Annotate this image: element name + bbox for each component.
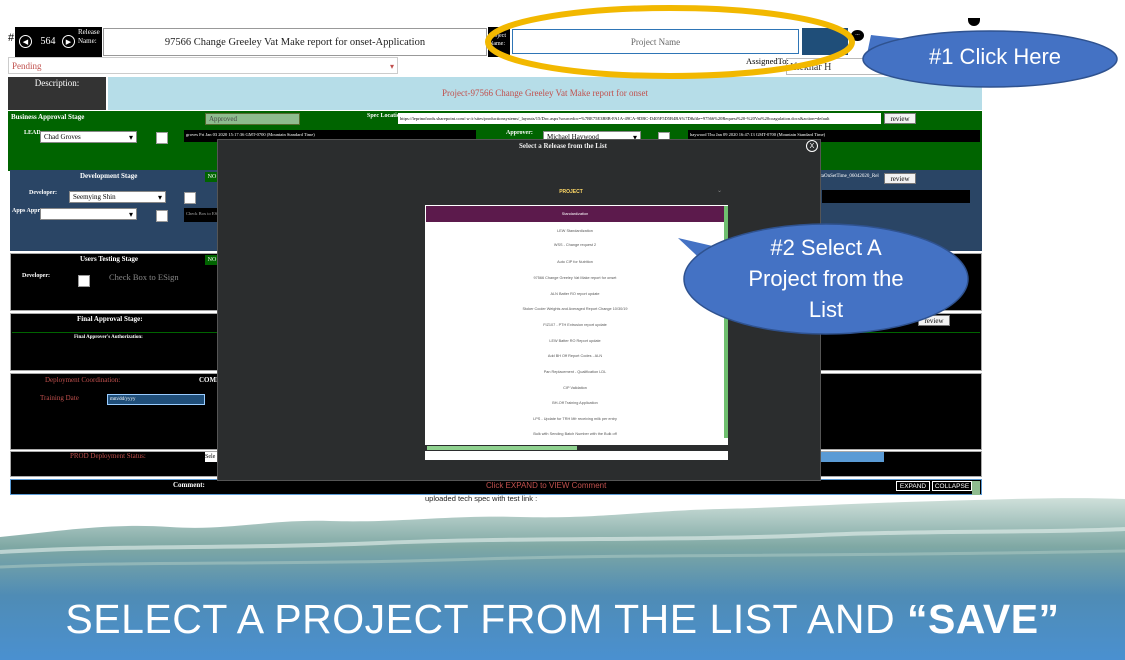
prod-deployment-label: PROD Deployment Status: (70, 452, 146, 460)
horizontal-scroll-thumb[interactable] (427, 446, 577, 450)
developer-esign-checkbox[interactable] (184, 192, 196, 204)
developer-value: Seemying Shin (73, 193, 116, 201)
development-review-button[interactable]: review (884, 173, 916, 184)
business-review-button[interactable]: review (884, 113, 916, 124)
training-date-input[interactable]: mm/dd/yyyy (107, 394, 205, 405)
spec-location-field[interactable]: https://leprinofoods.sharepoint.com/:w:/… (398, 113, 881, 124)
hash-label: # (8, 32, 15, 44)
project-column-sort-icon[interactable]: ⌄ (717, 187, 722, 194)
business-approval-title: Business Approval Stage (11, 113, 85, 121)
status-select[interactable]: Pending (8, 57, 398, 75)
comment-scrollbar[interactable] (972, 481, 980, 495)
banner-caption-main: SELECT A PROJECT FROM THE LIST AND (65, 596, 907, 642)
training-date-placeholder: mm/dd/yyyy (110, 397, 136, 402)
training-date-label: Training Date (40, 394, 79, 402)
lead-esign-checkbox[interactable] (156, 132, 168, 144)
final-approval-title: Final Approval Stage: (77, 315, 143, 323)
ut-developer-label: Developer: (22, 273, 50, 279)
approver-label: Approver: (506, 130, 533, 136)
apps-approver-label: Apps Appr: (12, 208, 43, 214)
list-item[interactable]: BH-Off Training Application (426, 401, 724, 405)
lead-select[interactable]: Chad Groves (40, 131, 137, 143)
apps-approver-select[interactable] (40, 208, 137, 220)
apps-esign-label: Check Box to ESign (186, 211, 218, 216)
apps-esign-checkbox[interactable] (156, 210, 168, 222)
dev-file-bar (822, 190, 970, 203)
list-item[interactable]: CIP Validation (426, 386, 724, 390)
prev-record-icon[interactable]: ◀ (19, 35, 32, 48)
release-name-label: Release Name: (78, 28, 100, 45)
users-testing-title: Users Testing Stage (80, 255, 138, 263)
developer-label: Developer: (29, 190, 57, 196)
release-number: 564 (40, 36, 56, 47)
approver-note: haywood Thu Jan 09 2020 16:47:13 GMT-070… (690, 132, 826, 137)
release-name-field[interactable]: 97566 Change Greeley Vat Make report for… (103, 28, 487, 56)
comment-label: Comment: (173, 481, 205, 489)
next-record-icon[interactable]: ▶ (62, 35, 75, 48)
project-list-gap (425, 200, 728, 205)
list-item[interactable]: Pan Replacement - Qualification LDL (426, 370, 724, 374)
ut-esign-checkbox[interactable] (78, 275, 90, 287)
dev-file-ref: ttaOnSetTime_06042020_Rel (819, 174, 879, 179)
final-authorization-label: Final Approver's Authorization: (74, 335, 143, 340)
business-status-value: Approved (209, 115, 237, 123)
ut-esign-label: Check Box to ESign (109, 272, 179, 282)
list-item[interactable]: LPS - Update for TRH Mfr receiving milk … (426, 417, 724, 421)
list-item[interactable]: Standardization (426, 212, 724, 216)
callout-2-text: #2 Select A Project from the List (748, 235, 904, 322)
list-item[interactable]: Bulk with Sending Batch Number with the … (426, 432, 724, 436)
business-status-select[interactable]: Approved (205, 113, 300, 125)
lead-note: groves Fri Jan 03 2020 15:17:36 GMT-0700… (186, 132, 315, 137)
prod-blue-bar (820, 452, 884, 462)
banner-caption: SELECT A PROJECT FROM THE LIST AND “SAVE… (0, 596, 1125, 643)
development-title: Development Stage (80, 172, 138, 180)
deployment-title: Deployment Coordination: (45, 376, 121, 384)
developer-select[interactable]: Seemying Shin (69, 191, 166, 203)
project-column-header[interactable]: PROJECT (425, 189, 717, 195)
status-value: Pending (12, 61, 42, 71)
banner-caption-save: “SAVE” (906, 596, 1060, 642)
description-label: Description: (34, 78, 80, 88)
comment-collapse-button[interactable]: COLLAPSE (932, 481, 972, 491)
highlight-ring (485, 5, 855, 79)
callout-1-text: #1 Click Here (928, 44, 1062, 69)
list-item[interactable]: Add BH Off Report Codes - ALN (426, 354, 724, 358)
modal-close-button[interactable]: X (806, 140, 818, 152)
comment-hint: Click EXPAND to VIEW Comment (486, 481, 607, 490)
lead-value: Chad Groves (44, 133, 81, 141)
comment-expand-button[interactable]: EXPAND (896, 481, 930, 491)
